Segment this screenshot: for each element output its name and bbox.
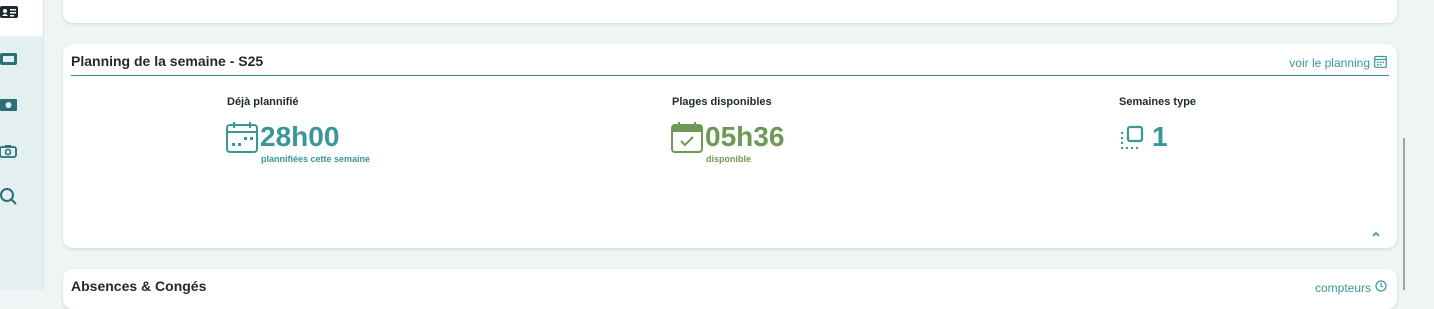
planning-card: Planning de la semaine - S25 voir le pla… xyxy=(63,44,1397,248)
view-planning-link[interactable]: voir le planning xyxy=(1289,55,1387,71)
stat-value: 1 xyxy=(1152,121,1168,152)
absences-card: Absences & Congés compteurs xyxy=(63,269,1397,309)
search-icon[interactable] xyxy=(0,188,18,206)
stat-already-planned: Déjà plannifié 28h00 plannifiées cette s… xyxy=(226,96,370,164)
camera-icon[interactable] xyxy=(0,144,18,162)
chevron-up-icon[interactable] xyxy=(1370,226,1382,237)
title-divider xyxy=(71,75,1389,76)
view-planning-label: voir le planning xyxy=(1289,56,1370,70)
stat-label: Semaines type xyxy=(1119,96,1197,108)
planning-title: Planning de la semaine - S25 xyxy=(71,53,264,69)
stat-value: 05h36 xyxy=(705,121,785,152)
calendar-dots-icon xyxy=(226,122,258,154)
stat-value: 28h00 xyxy=(260,121,340,152)
counters-link[interactable]: compteurs xyxy=(1315,280,1387,295)
stat-available-slots: Plages disponibles 05h36 disponible xyxy=(671,96,784,164)
copy-square-icon xyxy=(1118,122,1150,154)
clock-icon xyxy=(1375,280,1387,295)
ticket-icon[interactable] xyxy=(0,52,18,70)
absences-title: Absences & Congés xyxy=(71,278,207,294)
calendar-check-icon xyxy=(671,122,703,154)
calendar-icon xyxy=(1374,55,1387,71)
stat-label: Déjà plannifié xyxy=(227,96,299,108)
id-card-icon[interactable] xyxy=(0,5,18,23)
money-icon[interactable] xyxy=(0,98,18,116)
counters-label: compteurs xyxy=(1314,280,1371,295)
stat-subtitle: plannifiées cette semaine xyxy=(261,154,371,164)
stat-label: Plages disponibles xyxy=(672,96,772,108)
stat-subtitle: disponible xyxy=(706,154,751,164)
previous-card xyxy=(63,0,1397,23)
scrollbar[interactable] xyxy=(1403,138,1405,290)
stat-template-weeks: Semaines type 1 xyxy=(1119,96,1197,151)
sidebar xyxy=(0,0,44,290)
